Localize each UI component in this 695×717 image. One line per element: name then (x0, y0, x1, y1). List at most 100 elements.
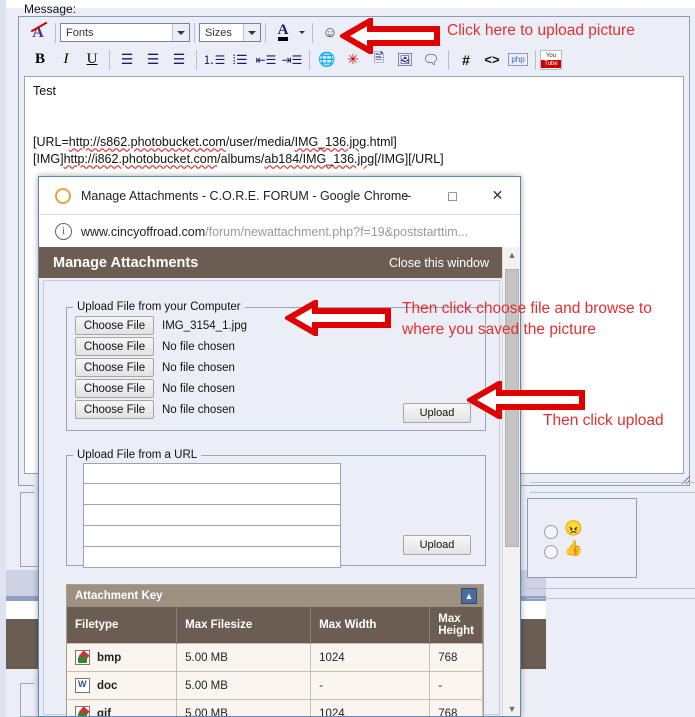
file-name-3: No file chosen (162, 361, 235, 374)
file-name-5: No file chosen (162, 403, 235, 416)
font-color-icon[interactable]: A (270, 22, 296, 44)
font-color-dropdown-arrow[interactable] (296, 22, 308, 44)
outdent-button[interactable]: ⇤☰ (253, 49, 279, 71)
site-info-icon[interactable]: i (55, 223, 72, 240)
bbcode-url-ext: .html] (366, 135, 397, 149)
table-row: gif 5.00 MB 1024 768 (67, 699, 483, 717)
toolbar-separator (55, 22, 56, 43)
align-center-button[interactable]: ☰ (140, 49, 166, 71)
bbcode-img-file: /IMG_136.jpg (299, 152, 375, 166)
cell-maxwidth: 1024 (310, 699, 431, 716)
image-file-icon (75, 706, 90, 716)
message-bbcode-img-line: [IMG]http://i862.photobucket.com/albums/… (33, 151, 675, 168)
choose-file-button-1[interactable]: Choose File (75, 316, 154, 335)
textarea-resize-grip[interactable] (681, 472, 691, 485)
url-input-5[interactable] (83, 547, 341, 568)
cell-filesize: 5.00 MB (176, 699, 312, 716)
left-arrow-to-attachment-icon (337, 15, 440, 59)
scroll-down-arrow-icon[interactable]: ▼ (506, 703, 518, 715)
choose-file-button-4[interactable]: Choose File (75, 379, 154, 398)
align-left-button[interactable]: ☰ (114, 49, 140, 71)
toolbar-separator (109, 49, 110, 70)
insert-link-icon[interactable]: 🌐 (314, 49, 340, 71)
annotation-note-3: Then click upload (543, 412, 664, 429)
right-divider-1 (530, 482, 695, 483)
remove-formatting-icon[interactable]: A (25, 21, 51, 44)
upload-files-button[interactable]: Upload (403, 403, 471, 423)
bbcode-img-album: ab184 (264, 152, 300, 166)
url-input-3[interactable] (83, 505, 341, 526)
cell-filetype: gif (67, 699, 178, 717)
image-file-icon (75, 650, 90, 665)
html-code-button[interactable]: <> (479, 49, 505, 71)
maximize-button[interactable]: □ (430, 177, 475, 214)
bbcode-img-path: /albums/ (217, 152, 265, 166)
thumbs-up-emoji: 👍 (564, 540, 583, 557)
font-family-select[interactable]: Fonts (60, 23, 190, 42)
file-name-4: No file chosen (162, 382, 235, 395)
rating-radio-1[interactable] (544, 525, 558, 539)
choose-file-button-2[interactable]: Choose File (75, 337, 154, 356)
page-top-strip (0, 0, 695, 8)
bbcode-url-file: IMG_136.jpg (294, 135, 367, 149)
choose-file-button-5[interactable]: Choose File (75, 400, 154, 419)
toolbar-separator (265, 22, 266, 43)
font-family-value: Fonts (66, 26, 94, 39)
minimize-button[interactable]: − (385, 177, 430, 214)
bbcode-img-open: [IMG] (33, 152, 64, 166)
cell-filesize: 5.00 MB (176, 671, 312, 700)
attachment-key-panel: Attachment Key ▲ Filetype Max Filesize M… (66, 584, 484, 717)
align-right-button[interactable]: ☰ (166, 49, 192, 71)
upload-url-button[interactable]: Upload (403, 535, 471, 555)
attachment-key-table: Filetype Max Filesize Max Width Max Heig… (67, 607, 483, 717)
chrome-address-bar[interactable]: i www.cincyoffroad.com/forum/newattachme… (39, 214, 520, 249)
chrome-title-bar[interactable]: Manage Attachments - C.O.R.E. FORUM - Go… (39, 177, 520, 214)
filetype-label: doc (97, 679, 118, 692)
collapse-icon[interactable]: ▲ (461, 588, 477, 604)
right-divider-3 (527, 588, 695, 589)
bbcode-url-open: [URL= (33, 135, 69, 149)
php-code-icon[interactable]: php (505, 49, 531, 71)
bbcode-url-path: /user/media/ (225, 135, 295, 149)
toolbar-separator (535, 49, 536, 70)
column-max-width: Max Width (310, 607, 431, 644)
address-bar-url: www.cincyoffroad.com/forum/newattachment… (81, 225, 468, 239)
underline-button[interactable]: U (79, 49, 105, 71)
cell-filetype: bmp (67, 643, 178, 672)
rating-radio-2[interactable] (544, 545, 558, 559)
annotation-note-2: Then click choose file and browse to whe… (402, 300, 652, 338)
url-input-2[interactable] (83, 484, 341, 505)
upload-from-url-fieldset: Upload File from a URL Upload (66, 449, 486, 568)
message-line-1: Test (33, 84, 56, 98)
file-name-1: IMG_3154_1.jpg (162, 319, 248, 332)
youtube-icon[interactable]: You Tube (540, 49, 562, 71)
file-name-2: No file chosen (162, 340, 235, 353)
table-header-row: Filetype Max Filesize Max Width Max Heig… (67, 607, 483, 644)
close-window-button[interactable]: ✕ (475, 177, 520, 214)
manage-attachments-window[interactable]: Manage Attachments - C.O.R.E. FORUM - Go… (38, 176, 521, 717)
indent-button[interactable]: ⇥☰ (279, 49, 305, 71)
scroll-up-arrow-icon[interactable]: ▲ (506, 249, 518, 261)
bbcode-img-host: http://i862.photobucket.com (63, 152, 218, 166)
toolbar-separator (196, 49, 197, 70)
hash-code-button[interactable]: # (453, 49, 479, 71)
font-size-value: Sizes (205, 26, 232, 39)
url-input-1[interactable] (83, 463, 341, 484)
right-divider-2 (530, 492, 695, 493)
bold-button[interactable]: B (27, 49, 53, 71)
ordered-list-button[interactable]: ⒈☰ (201, 49, 227, 71)
attachment-key-title: Attachment Key (75, 590, 163, 602)
upload-from-url-legend: Upload File from a URL (77, 449, 198, 461)
unordered-list-button[interactable]: ⁞☰ (227, 49, 253, 71)
message-line-blank-1 (33, 100, 675, 117)
filetype-label: gif (97, 707, 112, 717)
choose-file-button-3[interactable]: Choose File (75, 358, 154, 377)
right-divider-4 (527, 598, 695, 599)
toolbar-separator (194, 22, 195, 43)
chevron-down-icon (243, 24, 260, 41)
url-input-4[interactable] (83, 526, 341, 547)
window-title: Manage Attachments - C.O.R.E. FORUM - Go… (81, 188, 409, 203)
italic-button[interactable]: I (53, 49, 79, 71)
font-size-select[interactable]: Sizes (199, 23, 261, 42)
close-this-window-link[interactable]: Close this window (389, 256, 489, 270)
